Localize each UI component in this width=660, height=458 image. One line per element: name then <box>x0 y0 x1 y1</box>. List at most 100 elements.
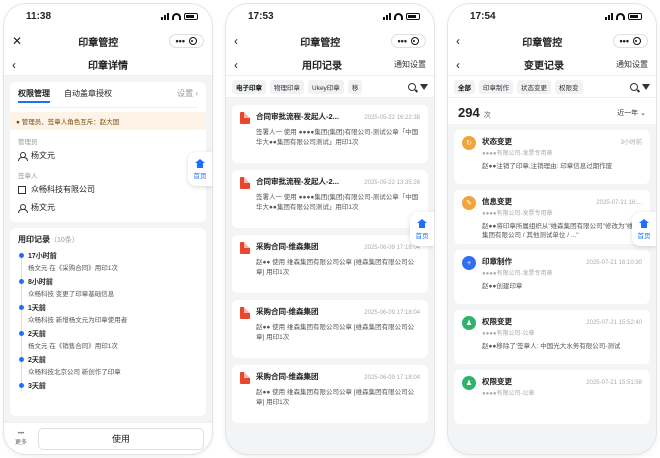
home-icon <box>417 218 427 228</box>
chip-ukey-seal[interactable]: Ukey印章 <box>308 79 344 94</box>
close-target-icon[interactable] <box>410 37 419 45</box>
change-title: 印章制作 <box>482 257 512 266</box>
user-icon <box>18 151 28 161</box>
status-bar: 11:38 <box>4 4 212 28</box>
signal-icon <box>383 12 391 20</box>
close-icon[interactable]: ✕ <box>12 34 28 48</box>
pdf-icon <box>240 177 250 189</box>
seal-make-icon: + <box>462 256 476 270</box>
search-icon[interactable] <box>408 82 416 91</box>
chip-seal-make[interactable]: 印章制作 <box>479 79 513 94</box>
status-time: 11:38 <box>26 10 52 22</box>
pdf-icon <box>240 307 250 319</box>
change-date: 3小时前 <box>620 140 642 146</box>
status-bar: 17:53 <box>226 4 434 28</box>
timeline-time: 2天前 <box>28 331 46 338</box>
change-item[interactable]: + 印章制作 2025-07-21 16:10:30 ●●●●有限公司-发票专用章 赵●… <box>454 250 650 304</box>
battery-icon <box>628 12 642 20</box>
signal-icon <box>161 12 169 20</box>
filter-chips: 电子印章 物理印章 Ukey印章 移 <box>226 76 434 98</box>
capsule-menu[interactable]: ••• <box>390 34 426 48</box>
admin-row[interactable]: 杨文元 <box>18 150 198 164</box>
record-item[interactable]: 采购合同-维森集团 2025-06-09 17:18:04 赵●● 使用 维森集团有… <box>232 365 428 423</box>
chip-more[interactable]: 移 <box>347 79 363 94</box>
change-item[interactable]: ♟ 权限变更 2025-07-21 15:51:58 ●●●●有限公司-公章 <box>454 370 650 424</box>
tab-auto-stamp[interactable]: 自动盖章授权 <box>64 88 112 103</box>
permission-card: 权限管理 自动盖章授权 设置 › ● 管理员、签章人角色互斥：赵大国 管理员 杨… <box>10 82 206 222</box>
notify-settings-link[interactable]: 通知设置 <box>616 59 648 70</box>
more-dots-icon[interactable]: ••• <box>398 36 407 46</box>
change-text: 赵●●注销了印章,注销理由: 印章信息过期作废 <box>482 163 613 170</box>
use-button[interactable]: 使用 <box>38 427 204 450</box>
record-text: 赵●● 使用 维森集团有限公司公章 [维森集团有限公司公章] 用印1次 <box>256 259 415 276</box>
timeline-time: 8小时前 <box>28 279 53 286</box>
tab-permission[interactable]: 权限管理 <box>18 88 50 103</box>
chip-status-change[interactable]: 状态变更 <box>517 79 551 94</box>
signer-name: 杨文元 <box>31 203 55 212</box>
back-icon[interactable]: ‹ <box>234 58 250 72</box>
change-title: 权限变更 <box>482 317 512 326</box>
back-icon[interactable]: ‹ <box>234 34 250 48</box>
more-dots-icon[interactable]: ••• <box>620 36 629 46</box>
change-seal: ●●●●有限公司-发票专用章 <box>482 211 553 217</box>
admin-label: 管理员 <box>18 139 38 146</box>
close-target-icon[interactable] <box>632 37 641 45</box>
back-icon[interactable]: ‹ <box>12 58 28 72</box>
record-text: 赵●● 使用 维森集团有限公司公章 [维森集团有限公司公章] 用印1次 <box>256 389 415 406</box>
timeline-time: 17小时前 <box>28 253 57 260</box>
company-row[interactable]: 众畅科技有限公司 <box>18 184 198 198</box>
signer-row[interactable]: 杨文元 <box>18 202 198 216</box>
chip-permission-change[interactable]: 权限变 <box>555 79 583 94</box>
range-select[interactable]: 近一年 ⌄ <box>617 108 646 118</box>
nav-title: 印章管控 <box>78 37 119 49</box>
timeline-desc: 杨文元 在《采购合同》用印1次 <box>28 265 118 272</box>
more-dots-icon[interactable]: ••• <box>176 36 185 46</box>
record-date: 2025-06-09 17:18:04 <box>364 375 420 381</box>
settings-link[interactable]: 设置 › <box>177 88 198 103</box>
record-date: 2025-06-09 17:18:04 <box>364 245 420 251</box>
record-date: 2025-05-22 13:35:26 <box>364 180 420 186</box>
back-icon[interactable]: ‹ <box>456 58 472 72</box>
signal-icon <box>605 12 613 20</box>
timeline-item: 2天前 众畅科技北京公司 新创作了印章 <box>19 355 198 376</box>
record-title: 合同审批流程-发起人-2... <box>256 177 339 186</box>
record-item[interactable]: 采购合同-维森集团 2025-06-09 17:18:04 赵●● 使用 维森集团有… <box>232 300 428 358</box>
tab-bar: 权限管理 自动盖章授权 设置 › <box>18 88 198 108</box>
search-icon[interactable] <box>630 82 638 91</box>
record-item[interactable]: 合同审批流程-发起人-2... 2025-05-22 16:22:38 签署人一 使… <box>232 105 428 163</box>
notify-settings-link[interactable]: 通知设置 <box>394 59 426 70</box>
chip-physical-seal[interactable]: 物理印章 <box>270 79 304 94</box>
close-target-icon[interactable] <box>188 37 197 45</box>
change-item[interactable]: ✎ 信息变更 2025-07-21 16:... ●●●●有限公司-发票专用章 赵●●将… <box>454 190 650 244</box>
filter-icon[interactable] <box>420 83 428 90</box>
record-item[interactable]: 采购合同-维森集团 2025-06-09 17:18:04 赵●● 使用 维森集团有… <box>232 235 428 293</box>
record-item[interactable]: 合同审批流程-发起人-2... 2025-05-22 13:35:26 签署人一 使… <box>232 170 428 228</box>
nav-bar: ‹ 印章管控 ••• <box>226 28 434 54</box>
timeline-item: 8小时前 众畅科技 变更了印章基础信息 <box>19 277 198 298</box>
building-icon <box>18 185 26 194</box>
record-text: 赵●● 使用 维森集团有限公司公章 [维森集团有限公司公章] 用印1次 <box>256 324 415 341</box>
timeline-item: 2天前 杨文元 在《销售合同》用印1次 <box>19 329 198 350</box>
change-item[interactable]: ♟ 权限变更 2025-07-21 15:52:40 ●●●●有限公司-公章 赵●●移除… <box>454 310 650 364</box>
filter-icon[interactable] <box>642 83 650 90</box>
change-date: 2025-07-21 15:52:40 <box>586 320 642 326</box>
chip-all[interactable]: 全部 <box>454 79 475 94</box>
permission-change-icon: ♟ <box>462 316 476 330</box>
back-icon[interactable]: ‹ <box>456 34 472 48</box>
home-float-button[interactable]: 首页 <box>410 212 434 246</box>
home-float-button[interactable]: 首页 <box>632 212 656 246</box>
home-icon <box>639 218 649 228</box>
record-title: 合同审批流程-发起人-2... <box>256 112 339 121</box>
home-float-button[interactable]: 首页 <box>188 152 212 186</box>
capsule-menu[interactable]: ••• <box>168 34 204 48</box>
permission-change-icon: ♟ <box>462 376 476 390</box>
change-seal: ●●●●有限公司-发票专用章 <box>482 151 553 157</box>
change-item[interactable]: ↻ 状态变更 3小时前 ●●●●有限公司-发票专用章 赵●●注销了印章,注销理由: 印章… <box>454 130 650 184</box>
home-label: 首页 <box>193 172 207 180</box>
change-title: 权限变更 <box>482 377 512 386</box>
more-button[interactable]: ••• 更多 <box>12 431 30 446</box>
change-title: 状态变更 <box>482 137 512 146</box>
records-count: （10条） <box>50 237 79 244</box>
chip-electronic-seal[interactable]: 电子印章 <box>232 79 266 94</box>
capsule-menu[interactable]: ••• <box>612 34 648 48</box>
